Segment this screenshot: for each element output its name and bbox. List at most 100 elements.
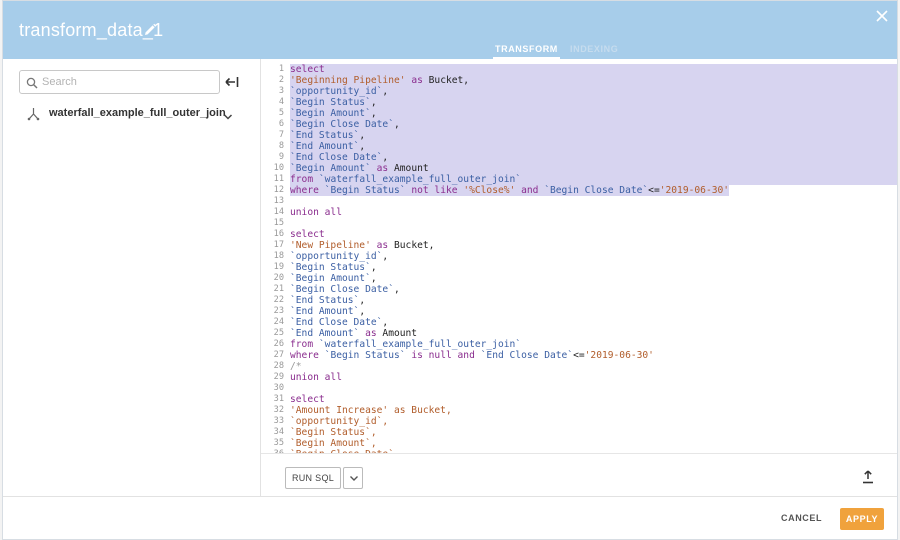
code-line[interactable]: 25 `End Amount` as Amount (261, 328, 897, 339)
line-number: 21 (273, 284, 284, 294)
collapse-sidebar-icon[interactable] (225, 75, 239, 89)
code-token: union all (290, 372, 342, 383)
code-token: union all (290, 207, 342, 218)
code-line[interactable]: 26 from `waterfall_example_full_outer_joi… (261, 339, 897, 350)
code-line[interactable]: 14 union all (261, 207, 897, 218)
code-text: 'Beginning Pipeline' as Bucket, (290, 75, 897, 86)
line-number: 13 (273, 196, 284, 206)
line-number: 7 (278, 130, 284, 140)
chevron-down-icon[interactable] (223, 109, 233, 120)
tab-transform[interactable]: TRANSFORM (493, 44, 560, 59)
code-line[interactable]: 18 `opportunity_id`, (261, 251, 897, 262)
search-box (19, 70, 220, 94)
code-line[interactable]: 6 `Begin Close Date`, (261, 119, 897, 130)
code-token: , (359, 295, 366, 306)
search-input[interactable] (42, 73, 214, 91)
code-line[interactable]: 34 `Begin Status`, (261, 427, 897, 438)
code-token: `Begin Amount` (290, 108, 371, 119)
cancel-button[interactable]: CANCEL (781, 513, 822, 523)
code-token: `End Close Date` (290, 152, 383, 163)
sidebar: waterfall_example_full_outer_join (3, 59, 261, 496)
code-line[interactable]: 29 union all (261, 372, 897, 383)
code-line[interactable]: 35 `Begin Amount`, (261, 438, 897, 449)
code-line[interactable]: 3 `opportunity_id`, (261, 86, 897, 97)
line-number: 35 (273, 438, 284, 448)
code-line[interactable]: 5 `Begin Amount`, (261, 108, 897, 119)
code-token: , (359, 141, 366, 152)
code-line[interactable]: 24 `End Close Date`, (261, 317, 897, 328)
export-icon[interactable] (861, 470, 875, 484)
line-number: 14 (273, 207, 284, 217)
line-number: 31 (273, 394, 284, 404)
code-token: Amount (388, 163, 429, 174)
line-number: 17 (273, 240, 284, 250)
code-token: , (359, 130, 366, 141)
code-token: where (290, 185, 319, 196)
code-line[interactable]: 11 from `waterfall_example_full_outer_joi… (261, 174, 897, 185)
code-line[interactable]: 31 select (261, 394, 897, 405)
code-token: /* (290, 361, 302, 372)
code-text: select (290, 64, 897, 75)
code-token: , (393, 119, 400, 130)
code-token: 'New Pipeline' (290, 240, 371, 251)
code-text: `Begin Status`, (290, 97, 897, 108)
code-token: `Begin Status` (290, 262, 371, 273)
code-token: not like (411, 185, 458, 196)
code-line[interactable]: 22 `End Status`, (261, 295, 897, 306)
code-token: 'Beginning Pipeline' (290, 75, 406, 86)
code-token: Amount (376, 328, 418, 339)
code-line[interactable]: 8 `End Amount`, (261, 141, 897, 152)
line-number: 29 (273, 372, 284, 382)
code-text: `opportunity_id`, (290, 416, 388, 427)
line-number: 20 (273, 273, 284, 283)
code-line[interactable]: 15 (261, 218, 897, 229)
code-line[interactable]: 17 'New Pipeline' as Bucket, (261, 240, 897, 251)
code-line[interactable]: 16 select (261, 229, 897, 240)
code-line[interactable]: 23 `End Amount`, (261, 306, 897, 317)
code-line[interactable]: 9 `End Close Date`, (261, 152, 897, 163)
code-line[interactable]: 30 (261, 383, 897, 394)
code-line[interactable]: 28 /* (261, 361, 897, 372)
code-token: `Begin Amount` (290, 273, 371, 284)
line-number: 26 (273, 339, 284, 349)
code-line[interactable]: 7 `End Status`, (261, 130, 897, 141)
tab-indexing[interactable]: INDEXING (570, 44, 618, 54)
code-line[interactable]: 13 (261, 196, 897, 207)
dialog-footer: CANCEL APPLY (3, 496, 897, 539)
code-line[interactable]: 32 'Amount Increase' as Bucket, (261, 405, 897, 416)
code-token: `Begin Status`, (290, 427, 377, 438)
sql-editor[interactable]: 1 select 2 'Beginning Pipeline' as Bucket, 3… (261, 59, 897, 453)
code-line[interactable]: 2 'Beginning Pipeline' as Bucket, (261, 75, 897, 86)
line-number: 23 (273, 306, 284, 316)
dialog-title: transform_data_1 (19, 20, 164, 40)
run-options-dropdown[interactable] (343, 467, 363, 489)
code-text: `Begin Close Date`, (290, 119, 897, 130)
code-text: where `Begin Status` is null and `End Cl… (290, 350, 654, 361)
code-text: 'New Pipeline' as Bucket, (290, 240, 434, 251)
code-line[interactable]: 1 select (261, 64, 897, 75)
code-line[interactable]: 20 `Begin Amount`, (261, 273, 897, 284)
code-token: as (411, 75, 423, 86)
edit-icon[interactable] (143, 23, 157, 37)
close-icon[interactable] (875, 9, 889, 23)
code-line[interactable]: 10 `Begin Amount` as Amount (261, 163, 897, 174)
dataset-item[interactable]: waterfall_example_full_outer_join (27, 105, 247, 123)
code-token: as (376, 163, 389, 174)
code-line[interactable]: 4 `Begin Status`, (261, 97, 897, 108)
run-sql-button[interactable]: RUN SQL (285, 467, 341, 489)
code-line[interactable]: 19 `Begin Status`, (261, 262, 897, 273)
code-text: `Begin Amount`, (290, 438, 377, 449)
line-number: 30 (273, 383, 284, 393)
line-number: 19 (273, 262, 284, 272)
code-line[interactable]: 27 where `Begin Status` is null and `End … (261, 350, 897, 361)
code-token: '2019-06-30' (584, 350, 654, 361)
code-line[interactable]: 12 where `Begin Status` not like '%Close%… (261, 185, 897, 196)
transform-dialog: transform_data_1 TRANSFORM INDEXING Sear… (2, 0, 898, 540)
code-text: `End Amount`, (290, 306, 365, 317)
code-token: where (290, 350, 319, 361)
apply-button[interactable]: APPLY (840, 508, 884, 530)
line-number: 6 (278, 119, 284, 129)
code-line[interactable]: 33 `opportunity_id`, (261, 416, 897, 427)
line-number: 11 (273, 174, 284, 184)
code-line[interactable]: 21 `Begin Close Date`, (261, 284, 897, 295)
